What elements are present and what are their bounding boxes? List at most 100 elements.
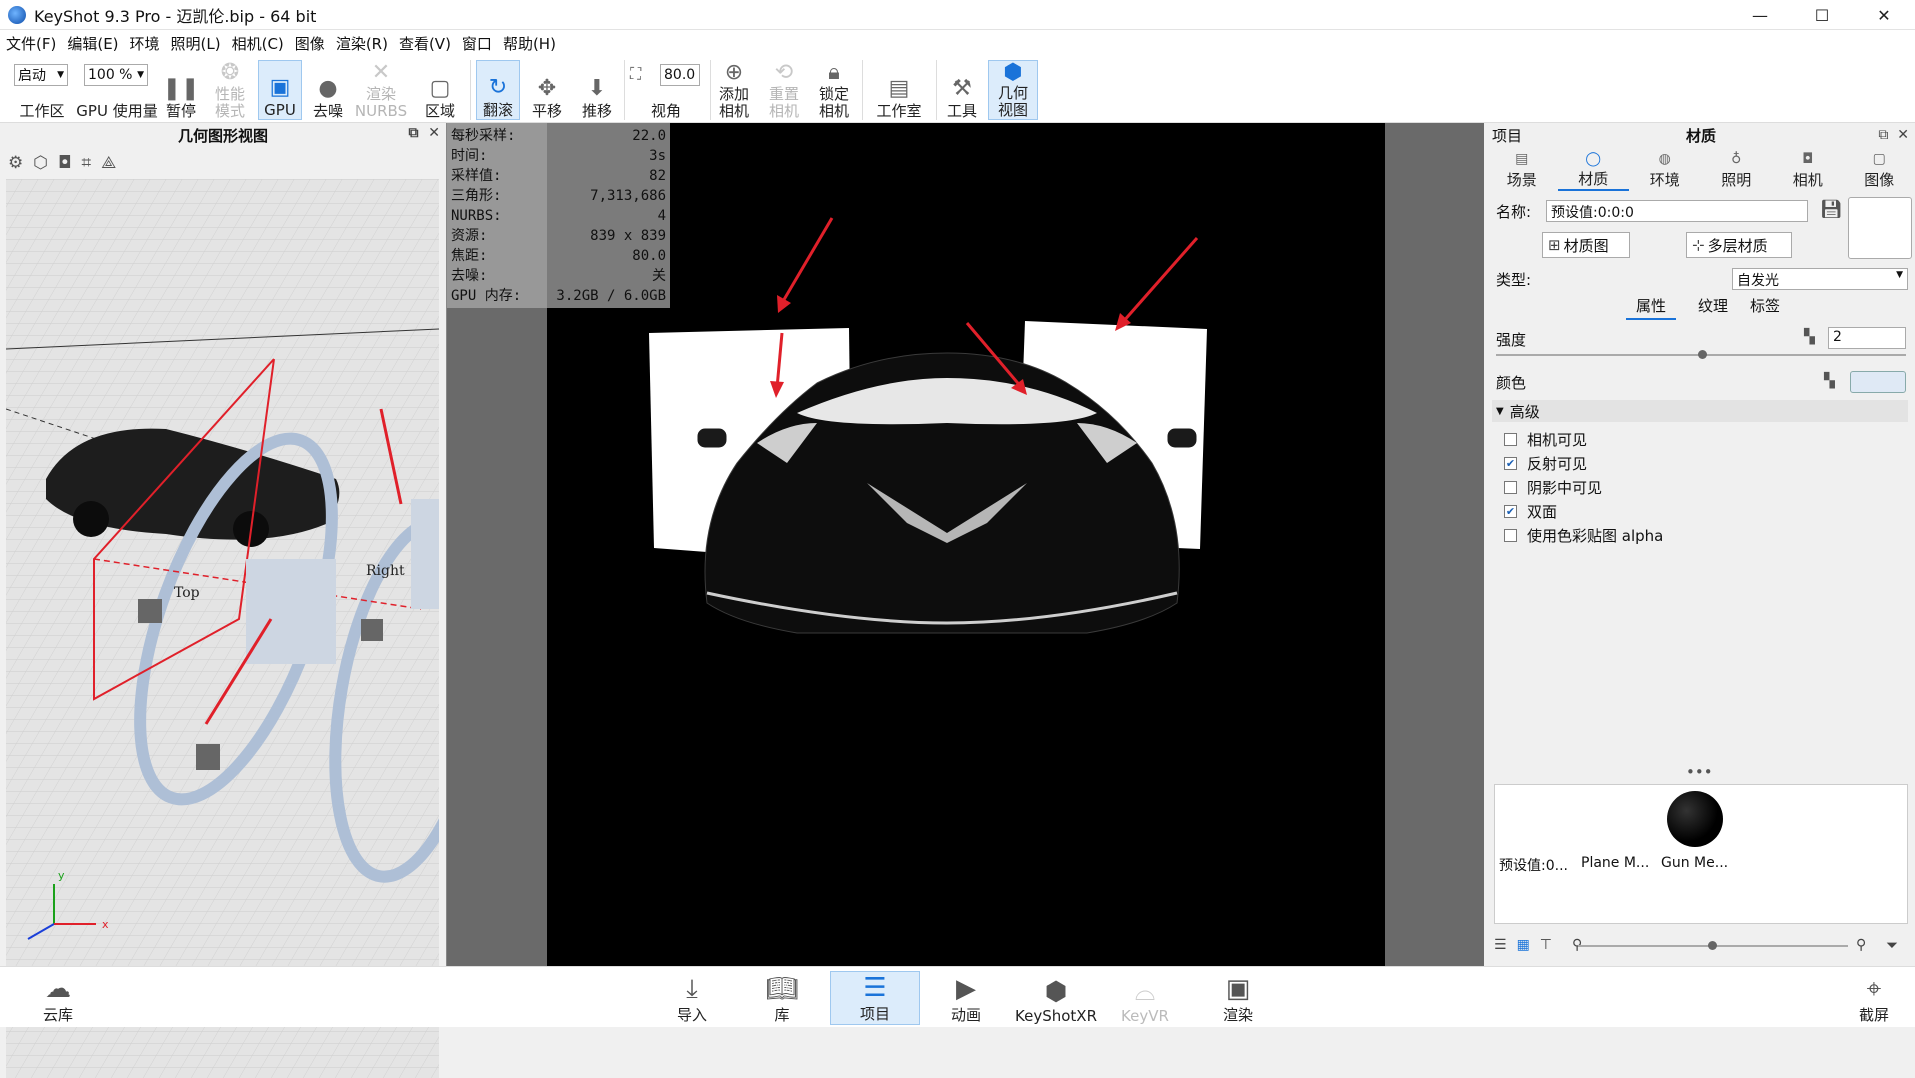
material-preview-swatch[interactable]: [1848, 197, 1912, 259]
color-swatch[interactable]: [1850, 371, 1906, 393]
material-library-grid: 预设值:0... Plane M... Gun Me...: [1494, 784, 1908, 924]
menu-image[interactable]: 图像: [295, 33, 325, 54]
tree-view-icon[interactable]: ⊤: [1540, 937, 1552, 953]
maximize-button[interactable]: ☐: [1791, 0, 1853, 30]
tab-environment[interactable]: ◍环境: [1629, 151, 1701, 191]
camera-view-icon[interactable]: ◘: [58, 153, 71, 173]
pan-button[interactable]: ✥平移: [526, 60, 568, 120]
grid-view-icon[interactable]: ▦: [1517, 937, 1530, 953]
keyvr-button[interactable]: ⌓KeyVR: [1120, 971, 1170, 1025]
geometry-view-button[interactable]: ⬢几何 视图: [988, 60, 1038, 120]
settings-gear-icon[interactable]: ⚙: [8, 153, 23, 173]
animation-button[interactable]: ▶动画: [944, 971, 988, 1025]
material-item-label[interactable]: 预设值:0...: [1499, 855, 1568, 875]
menu-lighting[interactable]: 照明(L): [171, 33, 221, 54]
tab-camera[interactable]: ◘相机: [1772, 151, 1844, 191]
material-name-input[interactable]: 预设值:0:0:0: [1546, 200, 1808, 222]
reset-camera-button[interactable]: ⟲重置 相机: [764, 60, 804, 120]
fov-input[interactable]: 80.0: [660, 64, 700, 86]
tools-button[interactable]: ⚒工具: [942, 60, 982, 120]
subtab-labels[interactable]: 标签: [1750, 295, 1780, 320]
cube-view-icon[interactable]: ⬡: [33, 153, 48, 173]
studio-button[interactable]: ▤工作室: [870, 60, 928, 120]
lock-camera-button[interactable]: 🔒︎锁定 相机: [814, 60, 854, 120]
tab-lighting[interactable]: ♁照明: [1701, 151, 1773, 191]
list-view-icon[interactable]: ☰: [1494, 937, 1507, 953]
thumbnail-size-knob[interactable]: [1708, 941, 1717, 950]
render-button[interactable]: ▣渲染: [1216, 971, 1260, 1025]
gpu-usage-select[interactable]: 100 %▼: [84, 64, 148, 86]
advanced-section-header[interactable]: ▼高级: [1492, 400, 1908, 422]
render-canvas[interactable]: [547, 123, 1385, 966]
gun-metal-thumbnail[interactable]: [1667, 791, 1723, 847]
material-item-label[interactable]: Plane M...: [1581, 855, 1649, 871]
checkbox-two-sided[interactable]: ✔双面: [1504, 501, 1557, 522]
studio-label: 工作室: [876, 103, 921, 120]
save-icon[interactable]: 💾︎: [1820, 199, 1843, 220]
tab-material[interactable]: ◯材质: [1558, 151, 1630, 191]
multi-material-button[interactable]: ⊹多层材质: [1686, 232, 1792, 258]
add-camera-button[interactable]: ⊕添加 相机: [714, 60, 754, 120]
denoise-button[interactable]: ●去噪: [308, 60, 348, 120]
animation-label: 动画: [951, 1004, 981, 1025]
menu-help[interactable]: 帮助(H): [503, 33, 556, 54]
import-label: 导入: [677, 1004, 707, 1025]
cloud-library-button[interactable]: ☁云库: [38, 971, 78, 1025]
workspace-select[interactable]: 启动▼: [14, 64, 68, 86]
intensity-label: 强度: [1496, 329, 1526, 350]
menu-window[interactable]: 窗口: [462, 33, 492, 54]
material-type-select[interactable]: 自发光▼: [1732, 268, 1908, 290]
intensity-input[interactable]: 2: [1828, 327, 1906, 349]
axis-gizmo-icon[interactable]: ⟁: [101, 153, 116, 173]
close-panel-icon[interactable]: ✕: [428, 125, 440, 141]
close-panel-icon[interactable]: ✕: [1897, 127, 1909, 143]
checkbox-camera-visible[interactable]: 相机可见: [1504, 429, 1587, 450]
checkbox-visible-in-shadow[interactable]: 阴影中可见: [1504, 477, 1602, 498]
menu-edit[interactable]: 编辑(E): [67, 33, 118, 54]
gpu-label: GPU: [264, 102, 296, 119]
menu-render[interactable]: 渲染(R): [336, 33, 388, 54]
close-button[interactable]: ✕: [1853, 0, 1915, 30]
material-item-label[interactable]: Gun Me...: [1661, 855, 1728, 871]
window-title: KeyShot 9.3 Pro - 迈凯伦.bip - 64 bit: [34, 3, 316, 27]
performance-mode-button[interactable]: ❂性能 模式: [208, 60, 252, 120]
more-options-icon[interactable]: •••: [1686, 763, 1713, 781]
project-button[interactable]: ☰项目: [830, 971, 920, 1025]
menu-view[interactable]: 查看(V): [399, 33, 451, 54]
checkbox-reflection-visible[interactable]: ✔反射可见: [1504, 453, 1587, 474]
tumble-button[interactable]: ↻翻滚: [476, 60, 520, 120]
texture-checker-icon[interactable]: ▚: [1804, 329, 1815, 345]
tab-scene[interactable]: ▤场景: [1486, 151, 1558, 191]
undock-icon[interactable]: ⧉: [409, 125, 419, 141]
screenshot-button[interactable]: ⌖截屏: [1852, 971, 1896, 1025]
subtab-properties[interactable]: 属性: [1626, 295, 1676, 320]
tab-image[interactable]: ▢图像: [1844, 151, 1915, 191]
checkbox-color-map-alpha[interactable]: 使用色彩贴图 alpha: [1504, 525, 1663, 546]
zoom-in-icon[interactable]: ⚲: [1856, 937, 1866, 953]
subtab-texture[interactable]: 纹理: [1698, 295, 1728, 320]
menu-camera[interactable]: 相机(C): [232, 33, 284, 54]
render-viewport[interactable]: 每秒采样:22.0 时间:3s 采样值:82 三角形:7,313,686 NUR…: [446, 123, 1484, 966]
import-button[interactable]: ⤓导入: [670, 971, 714, 1025]
menu-file[interactable]: 文件(F): [6, 33, 56, 54]
undock-icon[interactable]: ⧉: [1878, 127, 1888, 143]
vr-headset-icon: ⌓: [1135, 977, 1156, 1007]
filter-icon[interactable]: ⏷: [1886, 936, 1898, 954]
chevron-down-icon: ▼: [137, 70, 144, 80]
region-button[interactable]: ▢区域: [418, 60, 462, 120]
minimize-button[interactable]: —: [1729, 0, 1791, 30]
geometry-viewport[interactable]: Top Right y x: [6, 179, 439, 1078]
gpu-toggle-button[interactable]: ▣GPU: [258, 60, 302, 120]
material-graph-button[interactable]: ⊞材质图: [1542, 232, 1630, 258]
stat-value: 7,313,686: [590, 186, 666, 206]
library-button[interactable]: 📖︎库: [762, 971, 802, 1025]
dolly-button[interactable]: ⬇推移: [576, 60, 618, 120]
intensity-slider-knob[interactable]: [1698, 350, 1707, 359]
render-nurbs-button[interactable]: ✕渲染 NURBS: [356, 60, 406, 120]
keyshotxr-button[interactable]: ⬢KeyShotXR: [1018, 971, 1094, 1025]
frame-icon[interactable]: ⌗: [82, 153, 92, 173]
pause-button[interactable]: ❚❚暂停: [162, 60, 200, 120]
render-scene: [547, 123, 1385, 966]
menu-environment[interactable]: 环境: [130, 33, 160, 54]
texture-checker-icon[interactable]: ▚: [1824, 373, 1835, 389]
